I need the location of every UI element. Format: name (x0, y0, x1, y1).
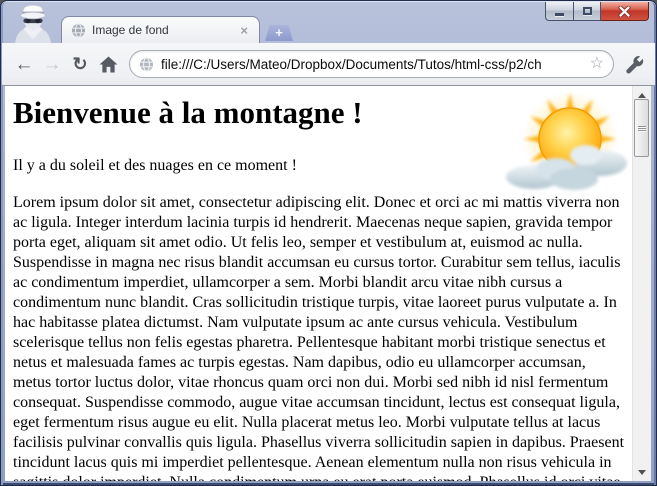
page-viewport: Bienvenue à la montagne ! Il y a du sole… (5, 86, 651, 481)
titlebar[interactable]: Image de fond × + (1, 1, 656, 43)
close-icon (618, 6, 631, 17)
thumb-grip-icon (638, 125, 646, 132)
tab-image-de-fond[interactable]: Image de fond × (61, 16, 260, 43)
address-input[interactable]: file:///C:/Users/Mateo/Dropbox/Documents… (161, 57, 586, 72)
reload-button[interactable]: ↻ (68, 55, 92, 73)
tab-title: Image de fond (92, 23, 238, 37)
page-title: Bienvenue à la montagne ! (13, 95, 624, 131)
browser-window: Image de fond × + ← → ↻ (0, 0, 657, 486)
scrollbar-thumb[interactable] (634, 99, 649, 157)
window-controls (545, 2, 649, 21)
home-button[interactable] (96, 56, 120, 73)
incognito-icon (9, 4, 57, 48)
page-body: Bienvenue à la montagne ! Il y a du sole… (5, 95, 632, 481)
wrench-icon (625, 55, 644, 74)
arrow-up-icon (638, 93, 646, 98)
home-icon (99, 56, 118, 73)
scroll-down-button[interactable] (633, 464, 651, 480)
url-globe-icon (139, 57, 154, 72)
address-bar[interactable]: file:///C:/Users/Mateo/Dropbox/Documents… (129, 50, 614, 78)
close-button[interactable] (601, 2, 649, 21)
lorem-paragraph: Lorem ipsum dolor sit amet, consectetur … (13, 193, 624, 481)
tab-favicon-globe-icon (71, 23, 86, 38)
minimize-icon (555, 13, 564, 16)
bookmark-star-icon[interactable]: ☆ (590, 56, 604, 72)
maximize-button[interactable] (573, 2, 601, 21)
page-subtitle: Il y a du soleil et des nuages en ce mom… (13, 157, 624, 175)
web-page: Bienvenue à la montagne ! Il y a du sole… (5, 86, 632, 481)
forward-button[interactable]: → (40, 55, 64, 74)
vertical-scrollbar[interactable] (632, 86, 651, 481)
back-button[interactable]: ← (12, 55, 36, 74)
tab-close-icon[interactable]: × (238, 22, 250, 39)
menu-wrench-button[interactable] (621, 55, 647, 74)
toolbar: ← → ↻ file:///C:/Users/Mateo/Dropbox/Doc… (2, 43, 655, 86)
new-tab-button[interactable]: + (265, 25, 293, 41)
arrow-down-icon (638, 470, 646, 475)
minimize-button[interactable] (545, 2, 573, 21)
maximize-icon (583, 7, 592, 15)
